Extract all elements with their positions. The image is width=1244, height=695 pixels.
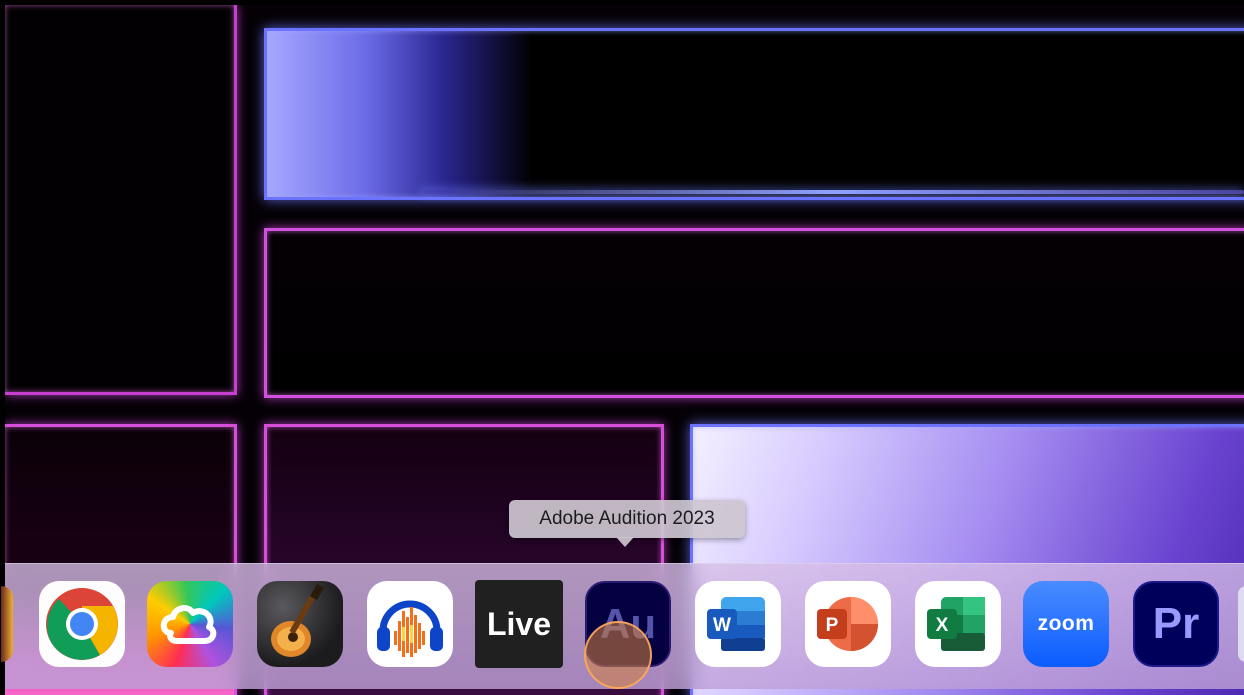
dock-partial-icon-left[interactable] [1, 586, 13, 662]
audacity-headphones-icon [377, 600, 443, 657]
dock-partial-icon-right[interactable] [1238, 586, 1244, 662]
desktop-screen: Live Au W P [0, 0, 1244, 695]
ableton-live-icon: Live [486, 605, 552, 642]
dock-item-garageband[interactable] [257, 581, 343, 667]
dock-item-zoom[interactable]: zoom [1023, 581, 1109, 667]
chrome-icon [46, 588, 118, 660]
dock-item-excel[interactable]: X [915, 581, 1001, 667]
excel-icon-letter: X [936, 615, 949, 636]
dock-tooltip: Adobe Audition 2023 [509, 500, 745, 538]
screen-top-edge [0, 0, 1244, 5]
word-icon: W [707, 597, 765, 651]
powerpoint-icon-letter: P [826, 615, 839, 636]
wallpaper-tile [264, 228, 1244, 398]
dock-item-powerpoint[interactable]: P [805, 581, 891, 667]
premiere-pro-icon: Pr [1152, 599, 1200, 648]
zoom-icon: zoom [1037, 612, 1095, 635]
garageband-guitar-icon [271, 583, 324, 657]
dock-item-audacity[interactable] [367, 581, 453, 667]
dock-item-word[interactable]: W [695, 581, 781, 667]
dock-item-premiere-pro[interactable]: Pr [1133, 581, 1219, 667]
wallpaper-tile [264, 28, 1244, 200]
dock-item-creative-cloud[interactable] [147, 581, 233, 667]
word-icon-letter: W [713, 615, 731, 636]
dock-item-ableton-live[interactable]: Live [475, 580, 563, 668]
wallpaper-glow-line [420, 190, 1244, 194]
wallpaper-tile [5, 5, 237, 395]
tooltip-arrow [616, 537, 634, 547]
excel-icon: X [927, 597, 985, 651]
dock-item-chrome[interactable] [39, 581, 125, 667]
creative-cloud-icon [160, 605, 217, 644]
click-indicator [584, 621, 652, 689]
powerpoint-icon: P [817, 597, 878, 651]
